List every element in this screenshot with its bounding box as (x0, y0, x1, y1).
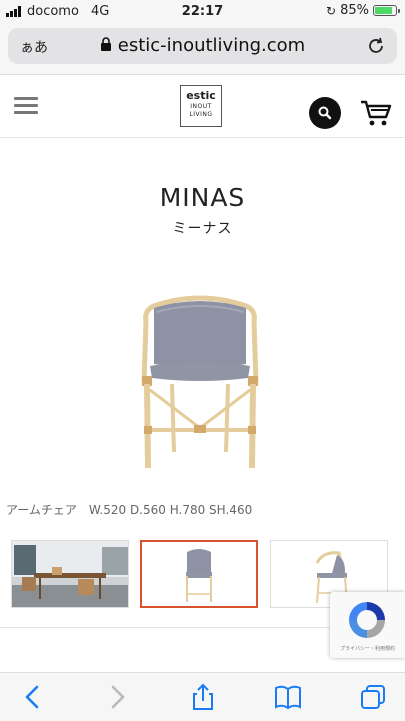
search-icon (318, 106, 332, 120)
thumbnail-room-scene[interactable] (11, 540, 129, 608)
logo-line2: INOUT (190, 103, 212, 110)
status-bar: docomo 4G 22:17 ↻ 85% (0, 0, 405, 24)
lock-icon (100, 37, 111, 51)
orientation-lock-icon: ↻ (326, 3, 337, 18)
forward-icon[interactable] (102, 683, 132, 711)
status-right: ↻ 85% (326, 3, 400, 18)
product-title: MINAS (159, 183, 246, 212)
bookmarks-icon[interactable] (273, 683, 303, 711)
url-display[interactable]: estic-inoutliving.com (8, 35, 397, 56)
product-subtitle: ミーナス (172, 221, 233, 237)
room-scene-image (12, 541, 128, 607)
url-text: estic-inoutliving.com (117, 35, 306, 56)
recaptcha-icon (349, 602, 385, 638)
recaptcha-badge[interactable]: プライバシー・利用規約 (330, 592, 405, 658)
site-header: estic INOUT LIVING (0, 75, 405, 138)
product-image (141, 295, 259, 469)
battery-fill (375, 7, 392, 14)
battery-percent: 85% (340, 3, 369, 18)
front-view-image (186, 549, 212, 602)
browser-toolbar (0, 672, 405, 721)
thumbnail-front-view[interactable] (140, 540, 258, 608)
battery-icon (373, 5, 400, 16)
reload-icon[interactable] (365, 35, 387, 57)
browser-address-area: ぁあ estic-inoutliving.com (0, 24, 405, 75)
product-spec: アームチェア W.520 D.560 H.780 SH.460 (6, 503, 253, 517)
logo-line1: estic (186, 89, 216, 102)
menu-icon[interactable] (14, 97, 38, 115)
search-button[interactable] (309, 97, 341, 129)
site-logo[interactable]: estic INOUT LIVING (180, 85, 222, 127)
tabs-icon[interactable] (358, 683, 388, 711)
share-icon[interactable] (188, 683, 218, 711)
cart-icon[interactable] (360, 99, 392, 127)
address-bar[interactable]: ぁあ estic-inoutliving.com (8, 28, 397, 64)
recaptcha-label[interactable]: プライバシー・利用規約 (330, 645, 405, 652)
logo-line3: LIVING (189, 111, 213, 118)
back-icon[interactable] (18, 683, 48, 711)
content-divider (0, 627, 330, 628)
